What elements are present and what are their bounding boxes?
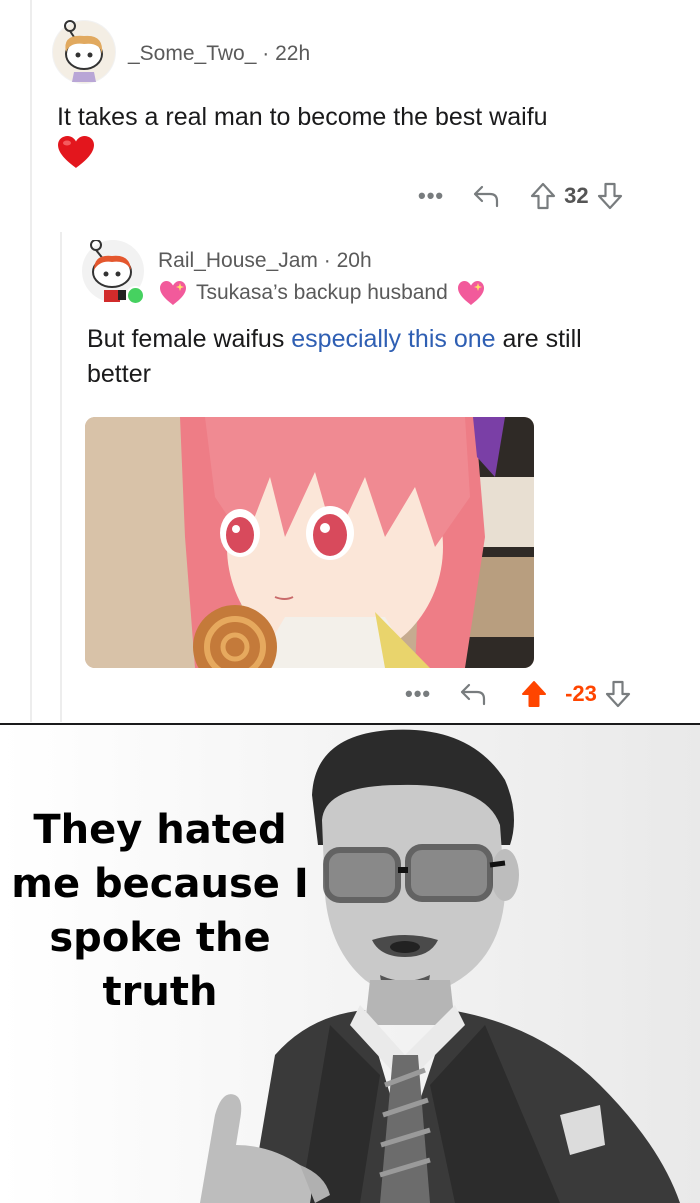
anime-girl-image[interactable] <box>85 417 534 668</box>
upvote-icon-active[interactable] <box>521 680 547 708</box>
reply-thread-line <box>60 232 62 722</box>
avatar[interactable] <box>52 20 116 84</box>
downvote-icon[interactable] <box>597 182 623 210</box>
thread-line <box>30 0 32 722</box>
vote-score: 32 <box>564 183 589 208</box>
comment-text: But female waifus <box>87 325 292 353</box>
sparkling-heart-icon <box>456 279 486 307</box>
meme-panel: They hated me because I spoke the truth <box>0 725 700 1203</box>
sparkling-heart-icon <box>158 279 188 307</box>
more-options-button[interactable]: ••• <box>405 681 431 707</box>
reply-icon[interactable] <box>459 681 487 707</box>
upvote-icon[interactable] <box>530 182 556 210</box>
comment-body: But female waifus especially this one ar… <box>87 322 647 392</box>
heart-emoji-icon <box>57 136 95 169</box>
more-options-button[interactable]: ••• <box>418 183 444 209</box>
timestamp: · 22h <box>262 42 311 65</box>
comment-link[interactable]: especially this one <box>291 325 495 353</box>
timestamp: · 20h <box>323 249 372 272</box>
meme-caption-overlay: They hated me because I spoke the truth <box>11 807 309 1015</box>
reply-icon[interactable] <box>472 183 500 209</box>
online-status-indicator <box>126 286 145 305</box>
comment-text: It takes a real man to become the best w… <box>57 103 548 131</box>
comment-body: It takes a real man to become the best w… <box>57 100 677 173</box>
snoo-avatar-icon <box>53 20 115 83</box>
user-flair: Tsukasa’s backup husband <box>196 281 448 304</box>
downvote-icon[interactable] <box>605 680 631 708</box>
vote-score: -23 <box>565 681 597 706</box>
avatar[interactable] <box>82 239 145 305</box>
username[interactable]: _Some_Two_ <box>128 42 256 65</box>
username[interactable]: Rail_House_Jam <box>158 249 318 272</box>
anime-girl-illustration-icon <box>85 417 534 668</box>
